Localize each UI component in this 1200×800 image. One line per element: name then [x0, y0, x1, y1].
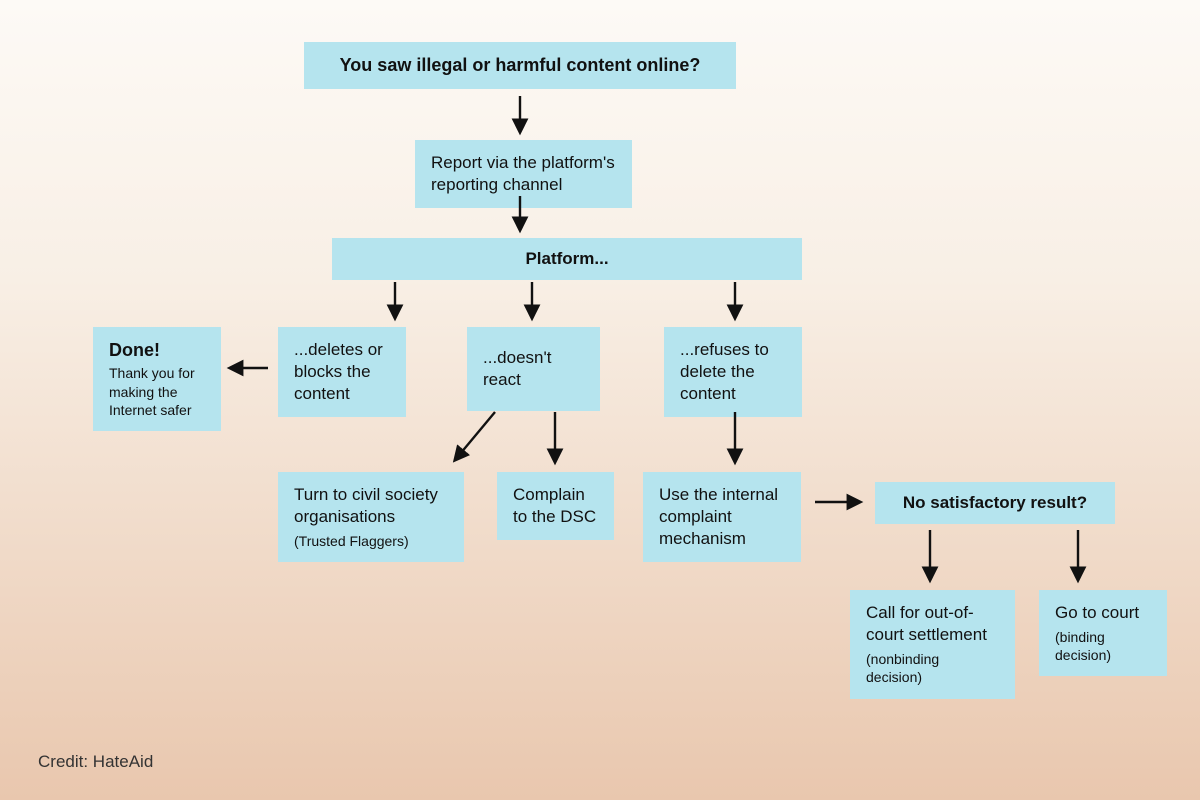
node-outcourt-text: Call for out-of-court settlement	[866, 602, 999, 646]
node-start: You saw illegal or harmful content onlin…	[304, 42, 736, 89]
node-gocourt-sub: (binding decision)	[1055, 628, 1151, 664]
node-gocourt: Go to court (binding decision)	[1039, 590, 1167, 676]
node-platform-text: Platform...	[525, 249, 608, 268]
node-dsc: Complain to the DSC	[497, 472, 614, 540]
node-outcourt-sub: (nonbinding decision)	[866, 650, 999, 686]
node-deletes-text: ...deletes or blocks the content	[294, 340, 383, 403]
node-refuses-text: ...refuses to delete the content	[680, 340, 769, 403]
node-dsc-text: Complain to the DSC	[513, 485, 596, 526]
node-civil-sub: (Trusted Flaggers)	[294, 532, 448, 550]
node-done-bold: Done!	[109, 339, 205, 362]
node-noreact-text: ...doesn't react	[483, 348, 551, 389]
node-internal-text: Use the internal complaint mechanism	[659, 485, 778, 548]
node-gocourt-text: Go to court	[1055, 602, 1151, 624]
node-report-text: Report via the platform's reporting chan…	[431, 153, 615, 194]
node-nosat: No satisfactory result?	[875, 482, 1115, 524]
node-done-sub: Thank you for making the Internet safer	[109, 364, 205, 419]
node-outcourt: Call for out-of-court settlement (nonbin…	[850, 590, 1015, 699]
node-done: Done! Thank you for making the Internet …	[93, 327, 221, 431]
node-report: Report via the platform's reporting chan…	[415, 140, 632, 208]
node-start-text: You saw illegal or harmful content onlin…	[340, 55, 701, 75]
credit-text: Credit: HateAid	[38, 752, 153, 772]
node-internal: Use the internal complaint mechanism	[643, 472, 801, 562]
node-refuses: ...refuses to delete the content	[664, 327, 802, 417]
node-civil-text: Turn to civil society organisations	[294, 484, 448, 528]
node-nosat-text: No satisfactory result?	[903, 493, 1087, 512]
node-platform: Platform...	[332, 238, 802, 280]
node-noreact: ...doesn't react	[467, 327, 600, 411]
node-civil: Turn to civil society organisations (Tru…	[278, 472, 464, 562]
node-deletes: ...deletes or blocks the content	[278, 327, 406, 417]
